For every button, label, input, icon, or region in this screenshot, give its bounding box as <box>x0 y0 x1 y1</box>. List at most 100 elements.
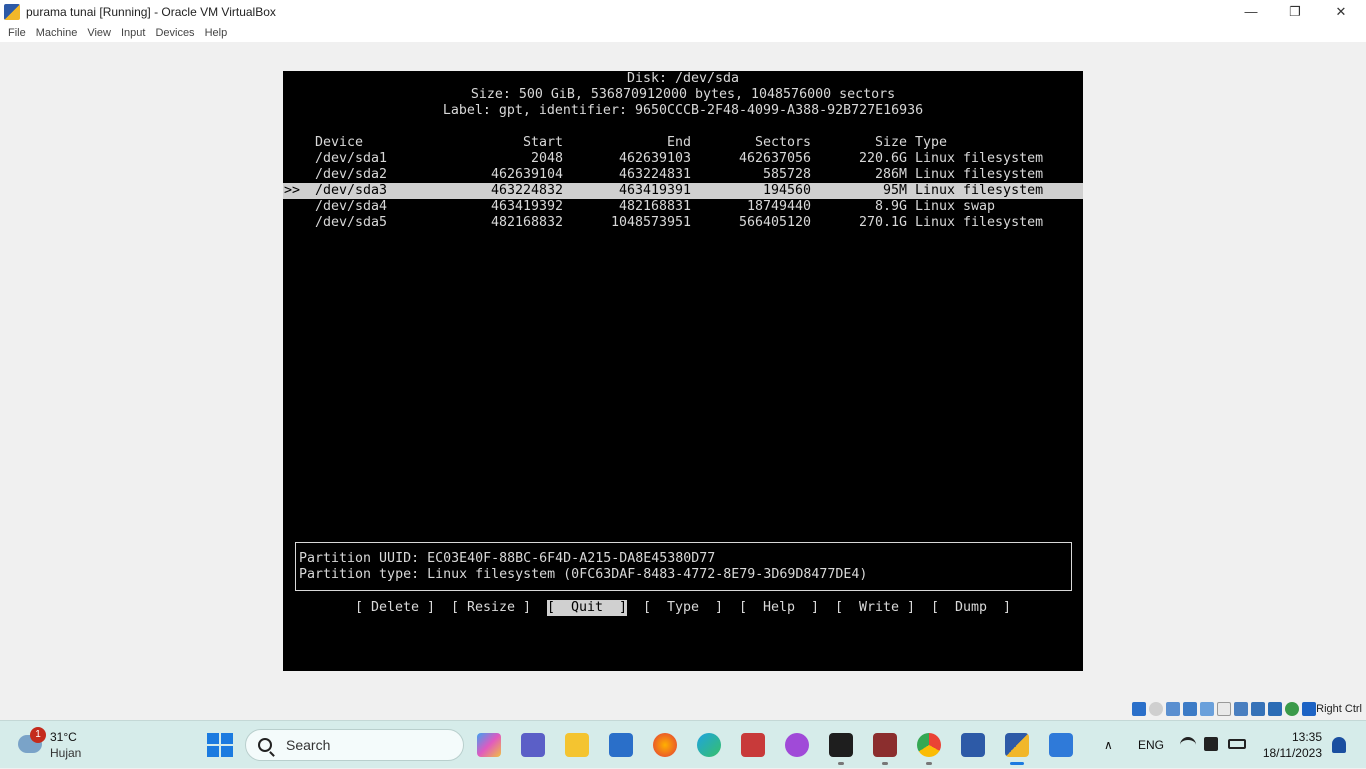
language-indicator[interactable]: ENG <box>1138 721 1164 769</box>
partition-type: Linux filesystem <box>915 215 1044 230</box>
partition-sectors: 462637056 <box>738 151 811 166</box>
menu-input[interactable]: Input <box>117 27 151 39</box>
menu-file[interactable]: File <box>4 27 32 39</box>
write-button[interactable]: [ Write ] <box>835 600 915 616</box>
size-line: Size: 500 GiB, 536870912000 bytes, 10485… <box>470 87 896 102</box>
mouse-integration-icon[interactable] <box>1302 702 1316 716</box>
clock-date: 18/11/2023 <box>1262 746 1322 760</box>
vtx-icon[interactable] <box>1268 702 1282 716</box>
taskbar-search[interactable]: Search <box>245 729 464 761</box>
partition-size: 270.1G <box>858 215 907 230</box>
wps-icon[interactable] <box>785 733 809 757</box>
copilot-icon[interactable] <box>477 733 501 757</box>
window-titlebar: purama tunai [Running] - Oracle VM Virtu… <box>0 0 1366 23</box>
chrome-icon[interactable] <box>917 733 941 757</box>
usb-icon[interactable] <box>1200 702 1214 716</box>
terminal-icon[interactable] <box>829 733 853 757</box>
windows-logo-tile <box>207 746 219 757</box>
partition-row-sda5[interactable]: /dev/sda5 482168832 1048573951 566405120… <box>283 215 1083 231</box>
close-button[interactable]: ✕ <box>1318 0 1364 23</box>
guest-additions-icon[interactable] <box>1285 702 1299 716</box>
col-start-header: Start <box>522 135 563 150</box>
partition-end: 463419391 <box>618 183 691 198</box>
vm-status-bar: Right Ctrl <box>0 700 1366 720</box>
network-icon[interactable] <box>1183 702 1197 716</box>
partition-row-sda1[interactable]: /dev/sda1 2048 462639103 462637056 220.6… <box>283 151 1083 167</box>
menu-view[interactable]: View <box>83 27 117 39</box>
menu-bar: File Machine View Input Devices Help <box>0 23 1366 42</box>
partition-type-info: Partition type: Linux filesystem (0FC63D… <box>299 567 868 582</box>
file-explorer-icon[interactable] <box>565 733 589 757</box>
virtualbox-icon <box>4 3 20 20</box>
vm-display[interactable]: Disk: /dev/sda Size: 500 GiB, 5368709120… <box>0 42 1366 700</box>
partition-type: Linux filesystem <box>915 167 1044 182</box>
display-icon[interactable] <box>1234 702 1248 716</box>
partition-end: 1048573951 <box>610 215 691 230</box>
status-icons <box>1132 702 1316 716</box>
partition-start: 482168832 <box>490 215 563 230</box>
partition-uuid: Partition UUID: EC03E40F-88BC-6F4D-A215-… <box>299 551 716 566</box>
partition-size: 95M <box>882 183 907 198</box>
partition-type: Linux filesystem <box>915 183 1044 198</box>
cfdisk-terminal[interactable]: Disk: /dev/sda Size: 500 GiB, 5368709120… <box>283 71 1083 671</box>
menu-help[interactable]: Help <box>201 27 234 39</box>
col-size-header: Size <box>874 135 907 150</box>
notification-badge: 1 <box>30 727 46 743</box>
delete-button[interactable]: [ Delete ] <box>355 600 435 616</box>
shared-folders-icon[interactable] <box>1217 702 1231 716</box>
partition-table-header: Device Start End Sectors Size Type <box>283 135 1083 151</box>
restore-button[interactable]: ❐ <box>1272 0 1318 23</box>
recording-icon[interactable] <box>1251 702 1265 716</box>
weather-condition: Hujan <box>50 746 82 760</box>
disk-line: Disk: /dev/sda <box>626 71 740 86</box>
running-indicator <box>882 762 888 765</box>
start-button[interactable] <box>207 733 233 757</box>
search-icon <box>258 738 272 752</box>
edge-icon[interactable] <box>697 733 721 757</box>
partition-start: 463224832 <box>490 183 563 198</box>
winrar-icon[interactable] <box>873 733 897 757</box>
windows-logo-tile <box>207 733 219 744</box>
quit-button[interactable]: [ Quit ] <box>547 600 628 616</box>
search-placeholder: Search <box>286 737 331 753</box>
teams-icon[interactable] <box>521 733 545 757</box>
audio-icon[interactable] <box>1166 702 1180 716</box>
menu-machine[interactable]: Machine <box>32 27 84 39</box>
menu-devices[interactable]: Devices <box>151 27 200 39</box>
virtualbox-taskbar-icon[interactable] <box>961 733 985 757</box>
label-line: Label: gpt, identifier: 9650CCCB-2F48-40… <box>442 103 924 118</box>
help-button[interactable]: [ Help ] <box>739 600 819 616</box>
action-bar: [ Delete ] [ Resize ] [ Quit ] [ Type ] … <box>283 600 1083 616</box>
notification-bell-icon[interactable] <box>1332 737 1346 753</box>
partition-device: /dev/sda1 <box>315 151 388 166</box>
host-key-label: Right Ctrl <box>1316 703 1362 715</box>
storage-icon[interactable] <box>1132 702 1146 716</box>
partition-start: 463419392 <box>490 199 563 214</box>
type-button[interactable]: [ Type ] <box>643 600 723 616</box>
partition-row-sda4[interactable]: /dev/sda4 463419392 482168831 18749440 8… <box>283 199 1083 215</box>
optical-drive-icon[interactable] <box>1149 702 1163 716</box>
resize-button[interactable]: [ Resize ] <box>451 600 531 616</box>
dump-button[interactable]: [ Dump ] <box>931 600 1011 616</box>
virtualbox-vm-icon[interactable] <box>1005 733 1029 757</box>
partition-row-sda3-selected[interactable]: >> /dev/sda3 463224832 463419391 194560 … <box>283 183 1083 199</box>
snipping-tool-icon[interactable] <box>741 733 765 757</box>
store-icon[interactable] <box>609 733 633 757</box>
partition-row-sda2[interactable]: /dev/sda2 462639104 463224831 585728 286… <box>283 167 1083 183</box>
partition-type: Linux filesystem <box>915 151 1044 166</box>
battery-icon[interactable] <box>1228 739 1246 749</box>
system-clock[interactable]: 13:35 18/11/2023 <box>1263 729 1322 761</box>
speaker-icon[interactable] <box>1204 737 1218 751</box>
col-type-header: Type <box>915 135 948 150</box>
photos-icon[interactable] <box>1049 733 1073 757</box>
col-end-header: End <box>666 135 691 150</box>
minimize-button[interactable]: — <box>1228 0 1274 23</box>
tray-overflow-chevron[interactable]: ∧ <box>1104 721 1113 769</box>
temperature: 31°C <box>50 730 77 744</box>
windows-logo-tile <box>221 746 233 757</box>
weather-widget[interactable]: 1 31°C Hujan <box>14 727 94 763</box>
running-indicator <box>838 762 844 765</box>
firefox-icon[interactable] <box>653 733 677 757</box>
partition-start: 2048 <box>530 151 563 166</box>
wifi-icon[interactable] <box>1180 737 1196 751</box>
